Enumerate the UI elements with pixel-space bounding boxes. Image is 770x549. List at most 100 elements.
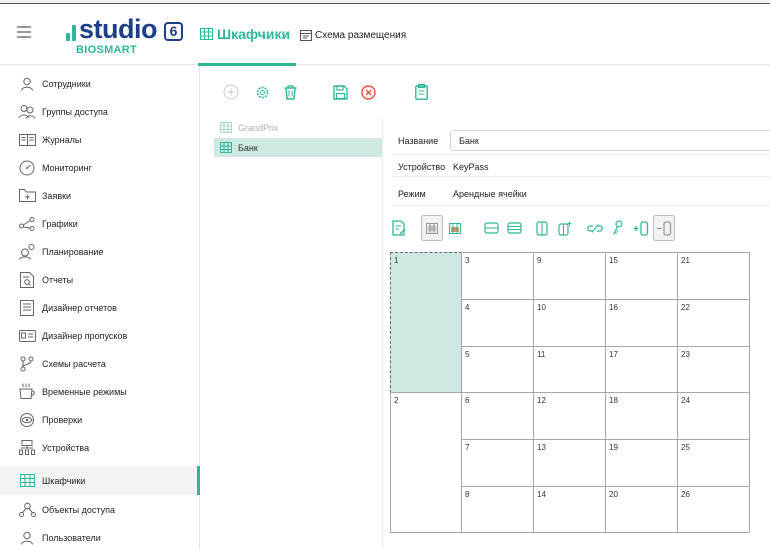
sidebar-item-monitoring[interactable]: Мониторинг (0, 153, 200, 182)
locker-cell[interactable]: 10 (533, 299, 606, 347)
tab-layout-scheme-label: Схема размещения (315, 30, 407, 41)
layout-scheme-icon (300, 30, 312, 41)
locker-cell[interactable]: 17 (605, 346, 678, 393)
save-button[interactable] (330, 80, 350, 104)
sidebar-item-label: Журналы (42, 134, 82, 145)
folder-plus-icon (18, 189, 36, 202)
locker-cell[interactable]: 24 (677, 392, 750, 440)
split-column-icon (558, 221, 572, 236)
locker-cell[interactable]: 6 (461, 392, 534, 440)
cell-fill-color-button[interactable] (444, 215, 466, 241)
edit-doc-button[interactable] (388, 215, 410, 241)
eye-icon (20, 412, 34, 427)
panel-divider (382, 118, 383, 549)
active-tab-underline (198, 63, 296, 66)
lockers-icon (19, 474, 35, 487)
tab-layout-scheme[interactable]: Схема размещения (300, 30, 406, 41)
locker-cell[interactable]: 5 (461, 346, 534, 393)
report-designer-icon (20, 299, 34, 316)
sidebar-item-schedules[interactable]: Графики (0, 209, 200, 238)
add-button[interactable] (221, 80, 241, 104)
locker-cell[interactable]: 9 (533, 252, 606, 300)
edit-doc-icon (392, 220, 406, 236)
key-button[interactable] (607, 215, 629, 241)
locker-grid: 1 2 3 4 5 6 7 8 9 10 11 12 13 14 15 16 1… (390, 252, 770, 549)
user-icon (21, 531, 33, 545)
add-column-button[interactable] (531, 215, 553, 241)
sidebar-item-label: Временные режимы (42, 386, 127, 397)
sidebar-item-label: Дизайнер пропусков (42, 330, 128, 341)
sidebar-item-calc-schemes[interactable]: Схемы расчета (0, 349, 200, 378)
locker-cell[interactable]: 18 (605, 392, 678, 440)
gauge-icon (19, 160, 35, 175)
delete-button[interactable] (280, 80, 300, 104)
cell-fill-light-button[interactable] (421, 215, 443, 241)
sidebar-item-lockers[interactable]: Шкафчики (0, 466, 200, 495)
planning-icon (19, 243, 35, 260)
locker-cell[interactable]: 26 (677, 486, 750, 533)
field-divider (392, 176, 770, 177)
sidebar-item-checks[interactable]: Проверки (0, 405, 200, 434)
locker-cell[interactable]: 15 (605, 252, 678, 300)
locker-cell[interactable]: 1 (390, 252, 462, 393)
unlink-icon (587, 223, 603, 233)
mode-value: Арендные ячейки (453, 189, 527, 199)
tree-item-bank[interactable]: Банк (214, 138, 382, 157)
sidebar: Сотрудники Группы доступа Журналы Монито… (0, 66, 200, 549)
locker-cell[interactable]: 8 (461, 486, 534, 533)
remove-row-button[interactable] (503, 215, 525, 241)
sidebar-item-access-objects[interactable]: Объекты доступа (0, 495, 200, 524)
settings-button[interactable] (252, 80, 272, 104)
locker-cell[interactable]: 20 (605, 486, 678, 533)
sidebar-item-employees[interactable]: Сотрудники (0, 69, 200, 98)
tree-item-grandprix[interactable]: GrandPrix (214, 118, 382, 137)
devices-icon (19, 440, 35, 455)
locker-cell[interactable]: 7 (461, 439, 534, 487)
sidebar-item-time-modes[interactable]: Временные режимы (0, 377, 200, 406)
locker-cell[interactable]: 21 (677, 252, 750, 300)
locker-cell[interactable]: 23 (677, 346, 750, 393)
mode-label: Режим (398, 189, 426, 199)
sidebar-item-pass-designer[interactable]: Дизайнер пропусков (0, 321, 200, 350)
split-column-button[interactable] (554, 215, 576, 241)
remove-cell-icon (657, 220, 672, 236)
locker-cell[interactable]: 16 (605, 299, 678, 347)
locker-cell[interactable]: 2 (390, 392, 462, 533)
locker-cell[interactable]: 3 (461, 252, 534, 300)
locker-cell[interactable]: 25 (677, 439, 750, 487)
share-icon (19, 216, 35, 231)
sidebar-item-requests[interactable]: Заявки (0, 181, 200, 210)
sidebar-item-reports[interactable]: Отчеты (0, 265, 200, 294)
objects-icon (18, 502, 36, 517)
tab-lockers[interactable]: Шкафчики (200, 26, 290, 42)
add-cell-button[interactable] (630, 215, 652, 241)
lockers-icon (220, 142, 232, 153)
locker-cell[interactable]: 19 (605, 439, 678, 487)
locker-cell[interactable]: 11 (533, 346, 606, 393)
cell-fill-light-icon (426, 222, 438, 234)
tree-item-label: Банк (238, 142, 258, 153)
unlink-button[interactable] (584, 215, 606, 241)
sidebar-item-devices[interactable]: Устройства (0, 433, 200, 462)
sidebar-item-users[interactable]: Пользователи (0, 523, 200, 549)
clipboard-button[interactable] (411, 80, 431, 104)
sidebar-item-report-designer[interactable]: Дизайнер отчетов (0, 293, 200, 322)
menu-icon[interactable] (17, 26, 31, 38)
locker-cell[interactable]: 4 (461, 299, 534, 347)
locker-cell[interactable]: 22 (677, 299, 750, 347)
remove-row-icon (506, 222, 522, 234)
locker-cell[interactable]: 14 (533, 486, 606, 533)
locker-cell[interactable]: 12 (533, 392, 606, 440)
locker-cell[interactable]: 13 (533, 439, 606, 487)
remove-cell-button[interactable] (653, 215, 675, 241)
add-cell-icon (633, 220, 649, 236)
name-field[interactable]: Банк (450, 130, 770, 151)
add-row-button[interactable] (480, 215, 502, 241)
sidebar-item-journals[interactable]: Журналы (0, 125, 200, 154)
studio-logo: studio 6 BIOSMART (66, 14, 186, 60)
sidebar-item-access-groups[interactable]: Группы доступа (0, 97, 200, 126)
lockers-icon (220, 122, 232, 133)
sidebar-item-planning[interactable]: Планирование (0, 237, 200, 266)
sidebar-item-label: Графики (42, 218, 78, 229)
cancel-button[interactable] (358, 80, 378, 104)
